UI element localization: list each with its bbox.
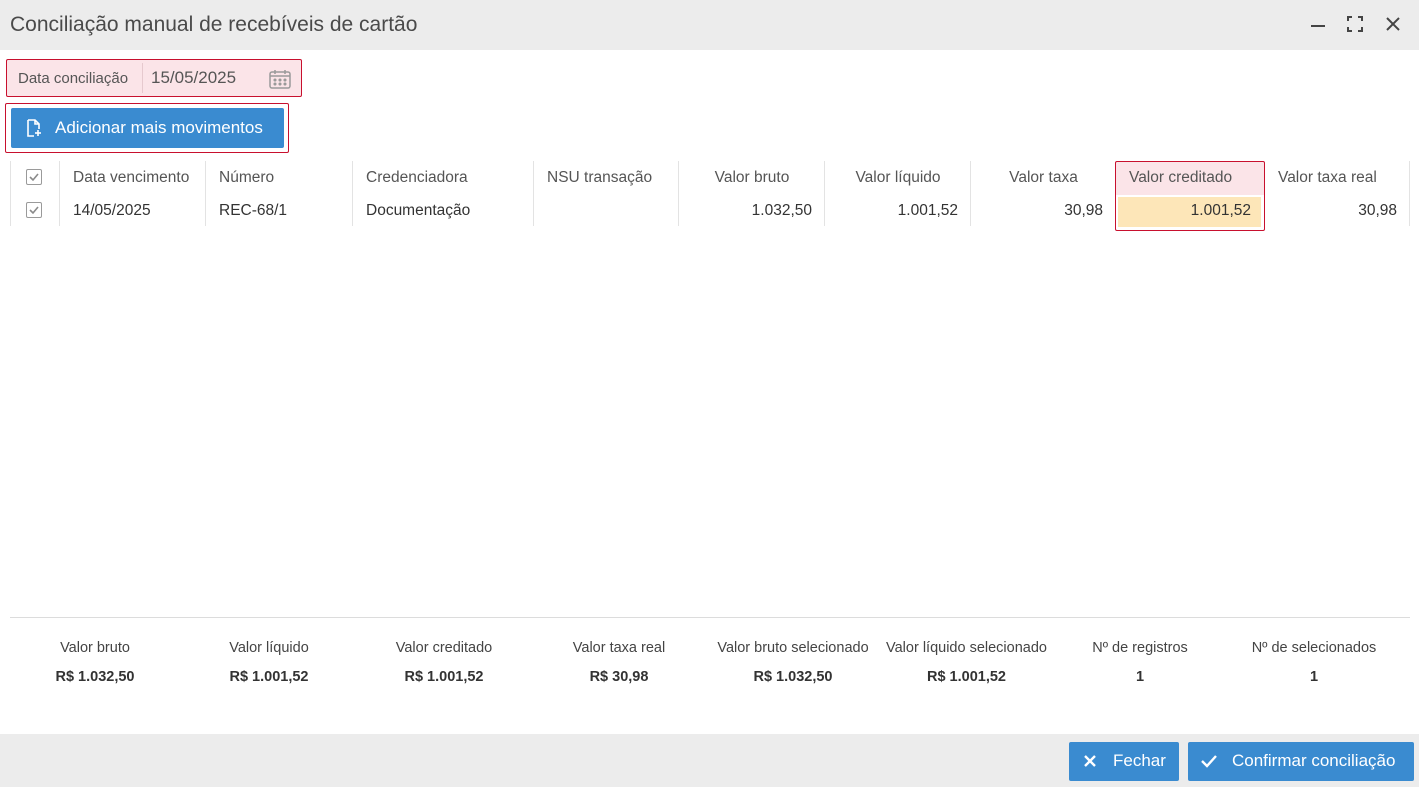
header-data-vencimento[interactable]: Data vencimento: [61, 161, 205, 194]
maximize-icon[interactable]: [1343, 12, 1367, 36]
dialog-title: Conciliação manual de recebíveis de cart…: [10, 13, 418, 36]
confirm-button-label: Confirmar conciliação: [1232, 751, 1396, 770]
date-conciliation-group: Data conciliação 15/05/2025: [6, 59, 302, 97]
summary-label: Valor bruto selecionado: [717, 640, 869, 656]
cell-numero: REC-68/1: [219, 202, 288, 219]
summary-valor-liquido: Valor líquido R$ 1.001,52: [184, 640, 354, 685]
summary-label: Nº de selecionados: [1251, 640, 1377, 656]
close-icon[interactable]: [1381, 12, 1405, 36]
date-conciliation-label: Data conciliação: [18, 70, 129, 87]
cell-nsu-transacao: [535, 194, 678, 227]
cell-valor-taxa-real: 30,98: [1358, 202, 1397, 219]
close-button-label: Fechar: [1113, 751, 1166, 770]
summary-label: Valor líquido: [229, 640, 309, 656]
summary-valor-liquido-selecionado: Valor líquido selecionado R$ 1.001,52: [879, 640, 1054, 685]
summary-label: Nº de registros: [1092, 640, 1188, 656]
add-button-highlight: Adicionar mais movimentos: [5, 103, 289, 153]
cell-data-vencimento: 14/05/2025: [73, 202, 151, 219]
close-button[interactable]: Fechar: [1069, 742, 1179, 781]
add-movements-label: Adicionar mais movimentos: [55, 118, 263, 137]
cell-valor-liquido: 1.001,52: [897, 202, 958, 219]
check-icon: [1200, 753, 1218, 773]
cell-valor-taxa: 30,98: [1064, 202, 1103, 219]
cell-credenciadora: Documentação: [366, 202, 471, 219]
header-valor-taxa-real[interactable]: Valor taxa real: [1266, 161, 1409, 194]
minimize-icon[interactable]: [1306, 12, 1330, 36]
header-credenciadora[interactable]: Credenciadora: [354, 161, 533, 194]
header-nsu-transacao[interactable]: NSU transação: [535, 161, 678, 194]
select-all-cell[interactable]: [10, 161, 59, 194]
calendar-icon[interactable]: [269, 69, 291, 94]
confirm-button[interactable]: Confirmar conciliação: [1188, 742, 1414, 781]
summary-value: R$ 1.032,50: [753, 669, 833, 685]
header-valor-liquido[interactable]: Valor líquido: [826, 161, 970, 194]
summary-value: R$ 1.032,50: [55, 669, 135, 685]
summary-value: R$ 1.001,52: [926, 669, 1006, 685]
summary-valor-creditado: Valor creditado R$ 1.001,52: [359, 640, 529, 685]
summary-value: R$ 1.001,52: [229, 669, 309, 685]
checkbox-icon[interactable]: [26, 169, 42, 185]
summary-valor-taxa-real: Valor taxa real R$ 30,98: [534, 640, 704, 685]
summary-label: Valor bruto: [60, 640, 130, 656]
header-valor-taxa[interactable]: Valor taxa: [972, 161, 1115, 194]
summary-value: 1: [1135, 669, 1145, 685]
cell-valor-bruto: 1.032,50: [751, 202, 812, 219]
summary-value: R$ 30,98: [589, 669, 649, 685]
summary-label: Valor creditado: [395, 640, 493, 656]
summary-num-selecionados: Nº de selecionados 1: [1229, 640, 1399, 685]
summary-value: R$ 1.001,52: [404, 669, 484, 685]
summary-valor-bruto: Valor bruto R$ 1.032,50: [10, 640, 180, 685]
add-movements-button[interactable]: Adicionar mais movimentos: [11, 108, 284, 148]
x-icon: [1083, 753, 1097, 773]
add-document-icon: [25, 119, 43, 142]
summary-label: Valor líquido selecionado: [886, 640, 1047, 656]
date-conciliation-input[interactable]: 15/05/2025: [142, 63, 297, 93]
summary-value: 1: [1309, 669, 1319, 685]
header-valor-bruto[interactable]: Valor bruto: [680, 161, 824, 194]
header-numero[interactable]: Número: [207, 161, 352, 194]
row-select-cell[interactable]: [10, 194, 59, 227]
dialog-titlebar: Conciliação manual de recebíveis de cart…: [0, 0, 1419, 50]
highlighted-column-border: [1115, 161, 1265, 231]
summary-valor-bruto-selecionado: Valor bruto selecionado R$ 1.032,50: [707, 640, 879, 685]
summary-num-registros: Nº de registros 1: [1055, 640, 1225, 685]
dialog-footer: Fechar Confirmar conciliação: [0, 734, 1419, 787]
checkbox-icon[interactable]: [26, 202, 42, 218]
summary-divider: [10, 617, 1410, 618]
summary-label: Valor taxa real: [572, 640, 666, 656]
date-conciliation-value: 15/05/2025: [151, 68, 237, 87]
